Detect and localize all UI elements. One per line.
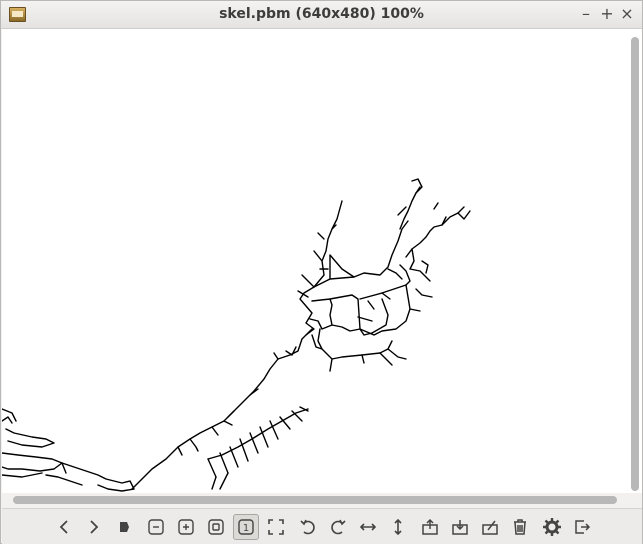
zoom-out-icon[interactable]	[143, 514, 169, 540]
quit-icon[interactable]	[569, 514, 595, 540]
fullscreen-icon[interactable]	[263, 514, 289, 540]
close-button[interactable]: ×	[618, 4, 636, 24]
image-viewer-window: skel.pbm (640x480) 100% – + × 1	[0, 0, 643, 544]
image-canvas[interactable]	[2, 29, 642, 493]
flip-horizontal-icon[interactable]	[355, 514, 381, 540]
rotate-left-icon[interactable]	[295, 514, 321, 540]
bottom-toolbar: 1	[2, 508, 642, 544]
open-file-icon[interactable]	[417, 514, 443, 540]
delete-icon[interactable]	[507, 514, 533, 540]
slideshow-play-icon[interactable]	[111, 514, 137, 540]
horizontal-scrollbar[interactable]	[13, 496, 617, 504]
next-icon[interactable]	[81, 514, 107, 540]
previous-icon[interactable]	[51, 514, 77, 540]
skeleton-image	[2, 178, 471, 492]
save-as-icon[interactable]	[477, 514, 503, 540]
maximize-button[interactable]: +	[598, 4, 616, 24]
zoom-in-icon[interactable]	[173, 514, 199, 540]
title-bar[interactable]: skel.pbm (640x480) 100% – + ×	[1, 1, 642, 29]
minimize-button[interactable]: –	[577, 4, 595, 24]
vertical-scrollbar[interactable]	[631, 37, 639, 491]
save-file-icon[interactable]	[447, 514, 473, 540]
rotate-right-icon[interactable]	[325, 514, 351, 540]
zoom-original-1-1-icon[interactable]: 1	[233, 514, 259, 540]
flip-vertical-icon[interactable]	[385, 514, 411, 540]
zoom-fit-icon[interactable]	[203, 514, 229, 540]
zoom-original-label: 1	[243, 523, 249, 534]
window-title: skel.pbm (640x480) 100%	[219, 6, 424, 22]
preferences-gear-icon[interactable]	[539, 514, 565, 540]
